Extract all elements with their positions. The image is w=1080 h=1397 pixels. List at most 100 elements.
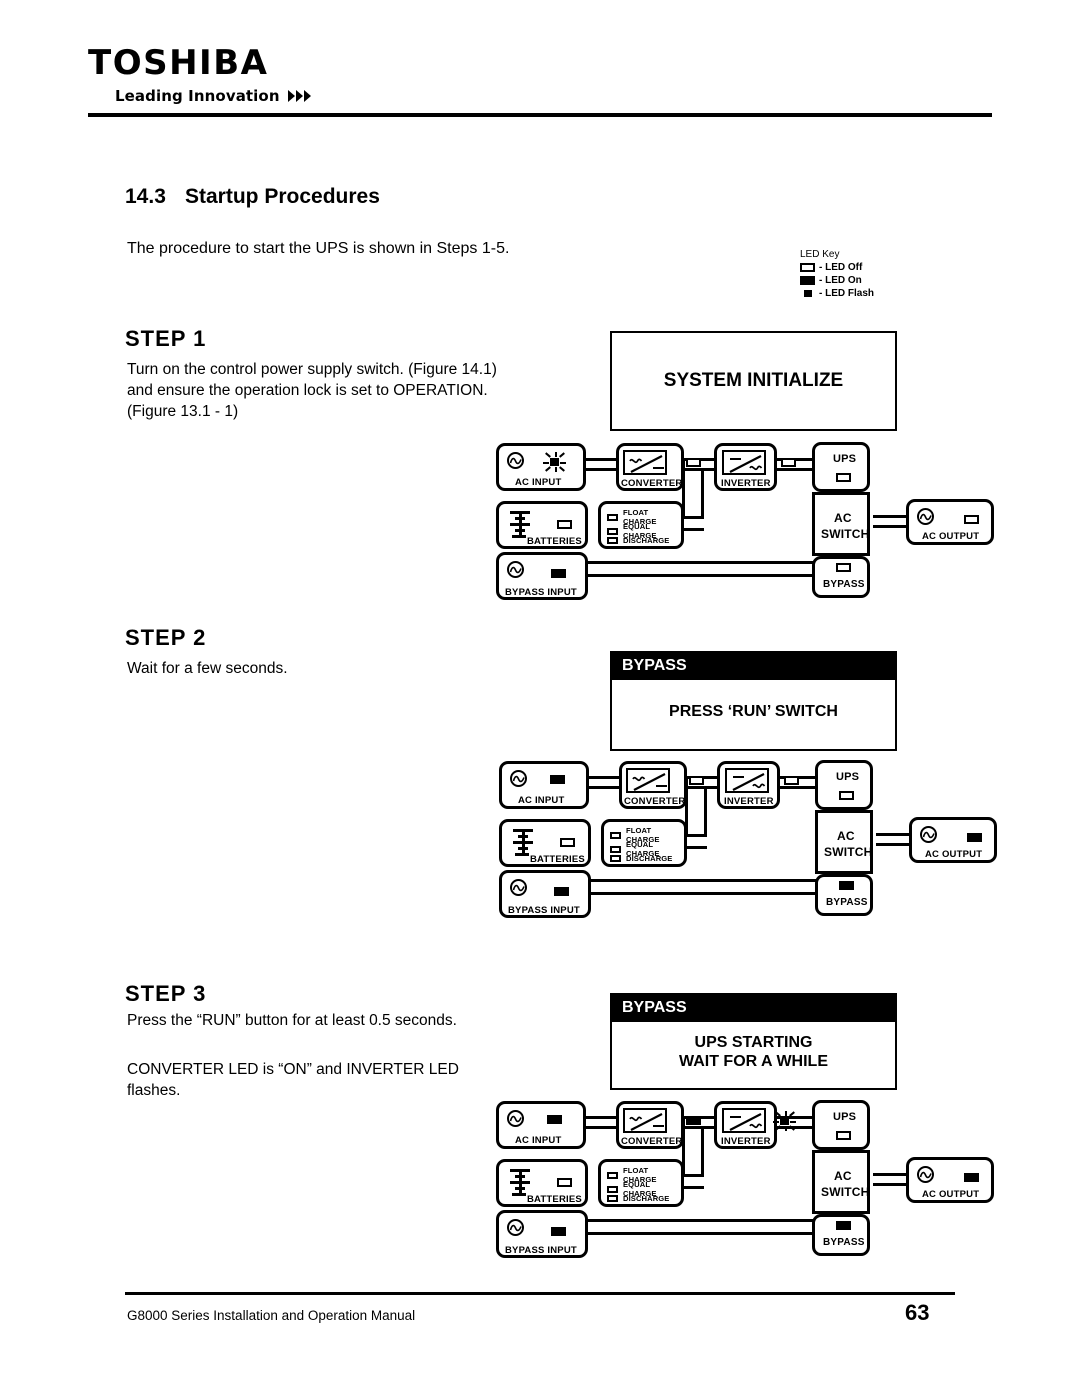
sine-wave-icon-output <box>917 1166 934 1183</box>
label-discharge: DISCHARGE <box>626 854 673 863</box>
charge-row-discharge: DISCHARGE <box>610 854 672 863</box>
wire-acswitch-acoutput-top <box>876 833 911 836</box>
footer-text: G8000 Series Installation and Operation … <box>127 1308 416 1323</box>
wire-acswitch-acoutput-top <box>873 515 908 518</box>
led-inverter <box>781 458 796 467</box>
node-converter: CONVERTER <box>619 761 687 809</box>
led-ac-output <box>967 833 982 842</box>
sine-wave-icon-output <box>917 508 934 525</box>
sine-wave-icon <box>507 1110 524 1127</box>
step-2-heading: STEP 2 <box>125 625 207 650</box>
label-ac-switch-line2: SWITCH <box>824 845 873 859</box>
label-discharge: DISCHARGE <box>623 1194 670 1203</box>
led-bypass <box>836 563 851 572</box>
node-bypass-input: BYPASS INPUT <box>499 870 591 918</box>
wire-inverter-ups-bottom <box>777 786 815 789</box>
lcd-status-bar-step-2: BYPASS <box>612 653 895 680</box>
chevrons-right-icon <box>287 90 311 102</box>
charge-row-discharge: DISCHARGE <box>607 536 669 545</box>
ups-block-diagram-step-1: AC INPUT CONVERTER INVERTER UPS BATTERIES FLO… <box>496 442 996 600</box>
wire-acinput-converter-top <box>585 776 621 779</box>
wire-acswitch-acoutput-bottom <box>873 1183 908 1186</box>
led-discharge <box>607 537 618 544</box>
led-key-legend: LED Key - LED Off - LED On - LED Flash <box>800 249 920 299</box>
led-key-row-flash: - LED Flash <box>800 288 920 299</box>
label-batteries: BATTERIES <box>527 1194 582 1205</box>
wire-bypassinput-bypass-bottom <box>584 574 818 577</box>
led-ac-input <box>547 1115 562 1124</box>
led-discharge <box>607 1195 618 1202</box>
inverter-symbol-icon <box>725 768 769 793</box>
step-3-heading: STEP 3 <box>125 981 207 1006</box>
wire-acinput-converter-bottom <box>582 468 618 471</box>
label-ups: UPS <box>833 453 857 465</box>
label-bypass: BYPASS <box>823 1237 865 1248</box>
node-ac-input: AC INPUT <box>499 761 589 809</box>
page-title: 14.3 Startup Procedures <box>125 185 380 209</box>
led-equal-charge <box>607 1185 618 1193</box>
led-bypass-input <box>551 569 566 578</box>
wire-charge-riser-right <box>704 788 707 836</box>
node-ac-input: AC INPUT <box>496 1101 586 1149</box>
node-ac-switch: AC SWITCH <box>815 810 873 874</box>
charge-row-discharge: DISCHARGE <box>607 1194 669 1203</box>
node-converter: CONVERTER <box>616 1101 684 1149</box>
wire-bypassinput-bypass-top <box>584 1219 818 1222</box>
label-ac-output: AC OUTPUT <box>922 1189 980 1200</box>
led-batteries <box>557 1178 572 1187</box>
lcd-status-bar-step-3: BYPASS <box>612 995 895 1022</box>
led-converter <box>686 1116 701 1125</box>
node-converter: CONVERTER <box>616 443 684 491</box>
led-key-row-on: - LED On <box>800 275 920 286</box>
led-converter <box>686 458 701 467</box>
footer-divider <box>125 1292 955 1295</box>
led-batteries <box>557 520 572 529</box>
label-converter: CONVERTER <box>621 478 683 489</box>
wire-acswitch-acoutput-top <box>873 1173 908 1176</box>
wire-acinput-converter-bottom <box>585 786 621 789</box>
led-bypass <box>836 1221 851 1230</box>
node-bypass-input: BYPASS INPUT <box>496 1210 588 1258</box>
led-key-title: LED Key <box>800 249 840 260</box>
led-key-label-off: - LED Off <box>819 262 863 273</box>
led-discharge <box>610 855 621 862</box>
sine-wave-icon-bypass <box>510 879 527 896</box>
led-flash-icon <box>800 289 815 298</box>
label-bypass: BYPASS <box>826 897 868 908</box>
label-ac-output: AC OUTPUT <box>922 531 980 542</box>
sine-wave-icon-bypass <box>507 561 524 578</box>
page-header: TOSHIBA Leading Innovation <box>88 46 992 105</box>
step-1-heading: STEP 1 <box>125 326 207 351</box>
section-number: 14.3 <box>125 185 166 208</box>
led-float-charge <box>610 831 621 839</box>
wire-acinput-converter-top <box>582 458 618 461</box>
led-ups <box>836 473 851 482</box>
label-ups: UPS <box>836 771 860 783</box>
label-bypass-input: BYPASS INPUT <box>505 587 577 598</box>
tagline-text: Leading Innovation <box>115 87 280 105</box>
wire-acinput-converter-top <box>582 1116 618 1119</box>
label-converter: CONVERTER <box>621 1136 683 1147</box>
wire-charge-riser-right <box>701 1128 704 1176</box>
sine-wave-icon-bypass <box>507 1219 524 1236</box>
node-bypass-input: BYPASS INPUT <box>496 552 588 600</box>
lcd-panel-step-3: BYPASS UPS STARTING WAIT FOR A WHILE <box>610 993 897 1090</box>
led-inverter <box>773 1111 796 1131</box>
node-ac-output: AC OUTPUT <box>906 499 994 545</box>
led-converter <box>689 776 704 785</box>
led-bypass-input <box>551 1227 566 1236</box>
step-2-body: Wait for a few seconds. <box>127 660 288 677</box>
lcd-panel-step-1: SYSTEM INITIALIZE <box>610 331 897 431</box>
step-1-body: Turn on the control power supply switch.… <box>127 361 497 420</box>
node-batteries: BATTERIES <box>496 1159 588 1207</box>
node-ups: UPS <box>815 760 873 810</box>
label-converter: CONVERTER <box>624 796 686 807</box>
converter-symbol-icon <box>623 450 667 475</box>
led-ac-input <box>543 452 566 472</box>
label-ac-switch-line2: SWITCH <box>821 527 870 541</box>
node-charge-status: FLOAT CHARGE EQUAL CHARGE DISCHARGE <box>601 819 687 867</box>
led-inverter <box>784 776 799 785</box>
led-equal-charge <box>610 845 621 853</box>
led-ac-output <box>964 515 979 524</box>
converter-symbol-icon <box>623 1108 667 1133</box>
